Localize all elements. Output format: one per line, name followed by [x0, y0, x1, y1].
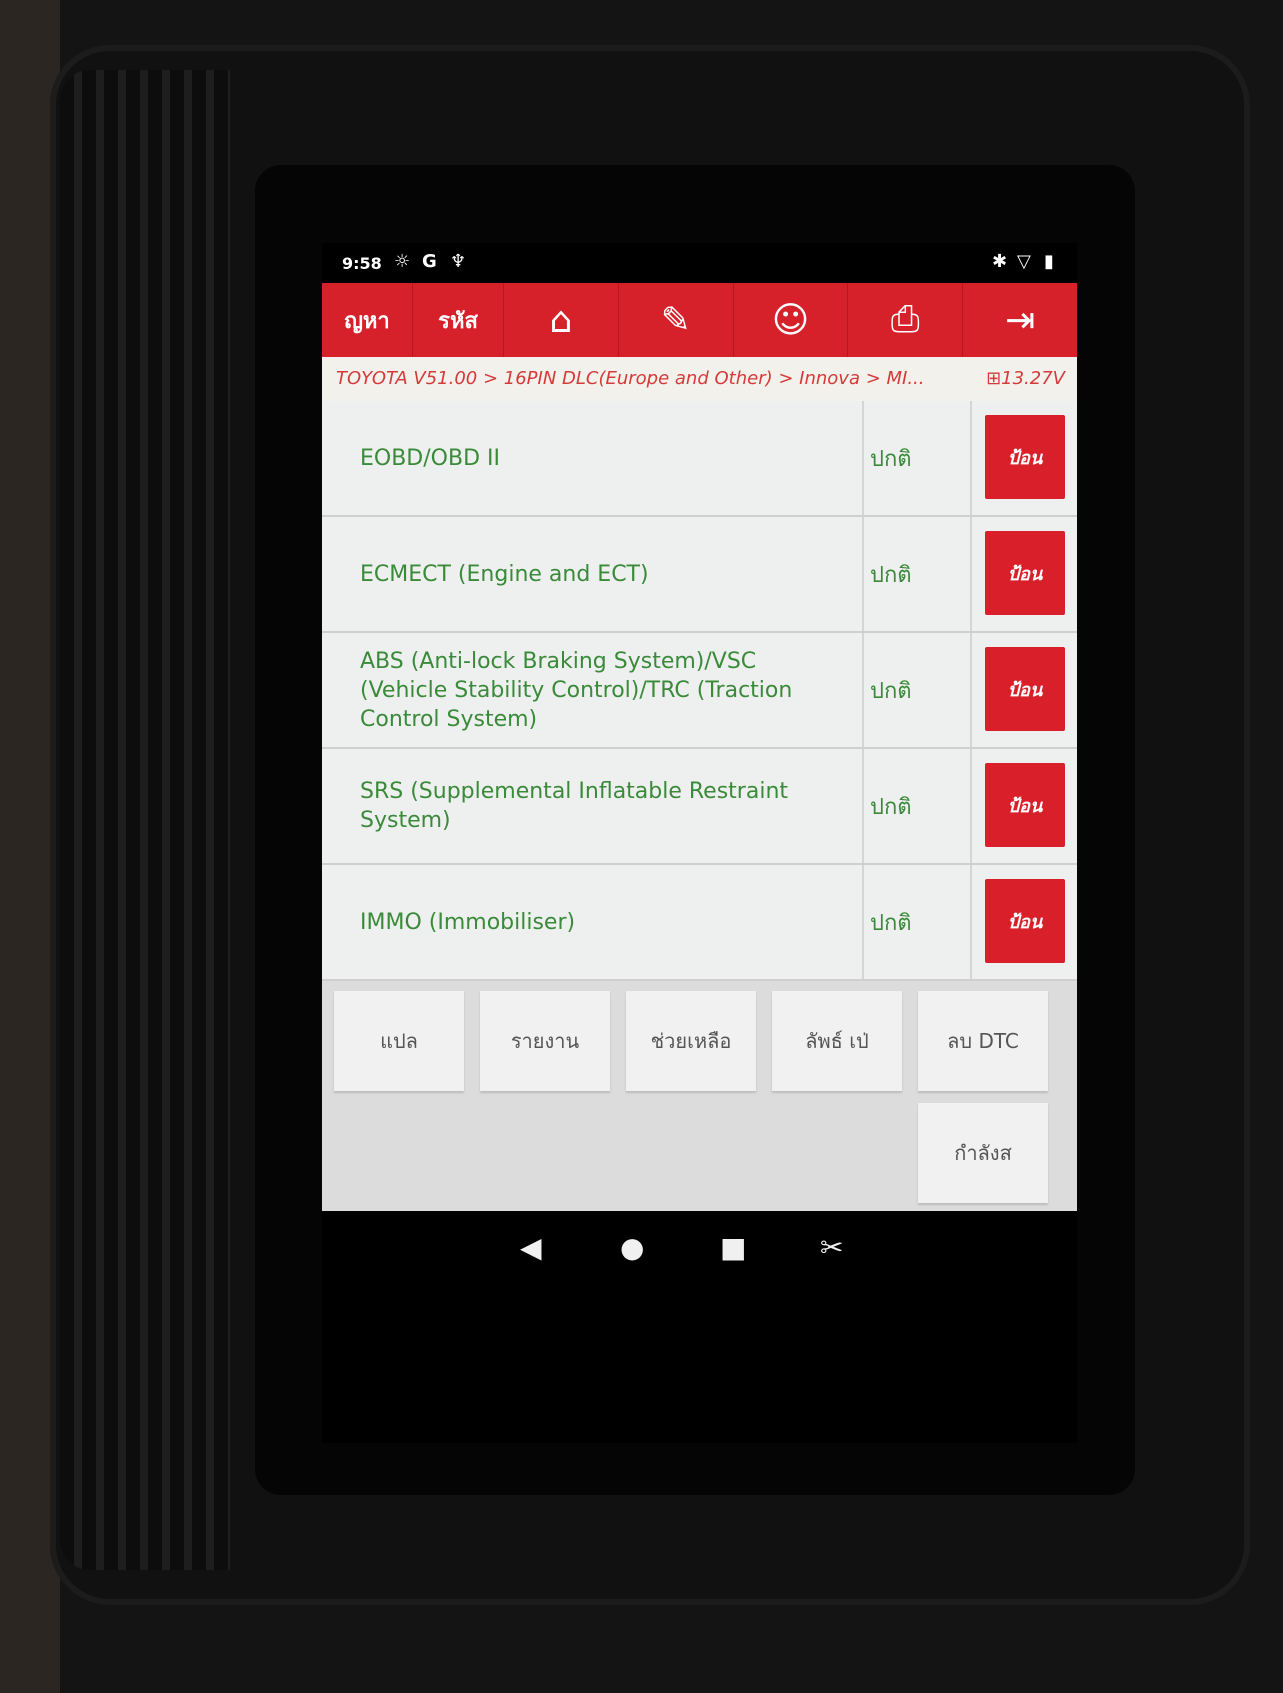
toolbar-problem-button[interactable]: ญหา [322, 283, 413, 357]
system-row: EOBD/OBD II ปกติ ป้อน [322, 401, 1077, 517]
system-name: IMMO (Immobiliser) [360, 909, 576, 935]
divider [970, 865, 972, 979]
brightness-icon: ☼ [394, 251, 411, 272]
enter-button[interactable]: ป้อน [985, 647, 1065, 731]
exit-icon[interactable]: ⇥ [963, 283, 1077, 357]
system-name: ECMECT (Engine and ECT) [360, 561, 649, 587]
android-nav-bar: ◀ ● ■ ✂ [322, 1211, 1077, 1291]
system-status: ปกติ [870, 562, 912, 588]
system-status: ปกติ [870, 910, 912, 936]
function-bar: แปล รายงาน ช่วยเหลือ ลัพธ์ เป่ ลบ DTC กำ… [322, 981, 1077, 1211]
breadcrumb-bar: TOYOTA V51.00 > 16PIN DLC(Europe and Oth… [322, 357, 1077, 402]
divider [970, 517, 972, 631]
main-toolbar: ญหา รหัส ⌂ ✎ ☺ ⎙ ⇥ [322, 283, 1077, 357]
status-bar: 9:58 ☼ G ♆ ✱ ▽ ▮ [322, 243, 1077, 283]
system-row: ABS (Anti-lock Braking System)/VSC (Vehi… [322, 633, 1077, 749]
recent-apps-icon[interactable]: ■ [720, 1231, 746, 1264]
breadcrumb: TOYOTA V51.00 > 16PIN DLC(Europe and Oth… [336, 368, 925, 389]
system-status: ปกติ [870, 678, 912, 704]
compare-button[interactable]: ลัพธ์ เป่ [772, 991, 902, 1091]
divider [862, 865, 864, 979]
system-row: IMMO (Immobiliser) ปกติ ป้อน [322, 865, 1077, 981]
system-name: ABS (Anti-lock Braking System)/VSC (Vehi… [360, 648, 793, 732]
translate-button[interactable]: แปล [334, 991, 464, 1091]
system-status: ปกติ [870, 794, 912, 820]
report-button[interactable]: รายงาน [480, 991, 610, 1091]
battery-icon: ▮ [1044, 251, 1054, 272]
battery-voltage: ⊞13.27V [986, 368, 1065, 389]
divider [970, 633, 972, 747]
system-row: SRS (Supplemental Inflatable Restraint S… [322, 749, 1077, 865]
voltage-value: 13.27V [1001, 368, 1065, 389]
tablet-grip [60, 70, 230, 1570]
system-name: SRS (Supplemental Inflatable Restraint S… [360, 779, 789, 833]
enter-button[interactable]: ป้อน [985, 763, 1065, 847]
system-name: EOBD/OBD II [360, 445, 500, 471]
system-status: ปกติ [870, 446, 912, 472]
system-list: EOBD/OBD II ปกติ ป้อน ECMECT (Engine and… [322, 401, 1077, 981]
divider [970, 749, 972, 863]
home-icon[interactable]: ⌂ [504, 283, 619, 357]
print-icon[interactable]: ⎙ [848, 283, 964, 357]
help-button[interactable]: ช่วยเหลือ [626, 991, 756, 1091]
divider [862, 517, 864, 631]
status-time: 9:58 [342, 254, 382, 273]
stethoscope-icon: ♆ [450, 251, 467, 272]
clear-dtc-button[interactable]: ลบ DTC [918, 991, 1048, 1091]
screenshot-icon[interactable]: ✂ [820, 1231, 843, 1264]
back-icon[interactable]: ◀ [520, 1231, 542, 1264]
power-button[interactable]: กำลังส [918, 1103, 1048, 1203]
divider [862, 749, 864, 863]
screen: 9:58 ☼ G ♆ ✱ ▽ ▮ ญหา รหัส ⌂ ✎ ☺ ⎙ ⇥ TOYO… [322, 243, 1077, 1443]
enter-button[interactable]: ป้อน [985, 415, 1065, 499]
toolbar-code-button[interactable]: รหัส [413, 283, 504, 357]
divider [862, 633, 864, 747]
enter-button[interactable]: ป้อน [985, 879, 1065, 963]
enter-button[interactable]: ป้อน [985, 531, 1065, 615]
divider [862, 401, 864, 515]
edit-icon[interactable]: ✎ [619, 283, 734, 357]
system-row: ECMECT (Engine and ECT) ปกติ ป้อน [322, 517, 1077, 633]
divider [970, 401, 972, 515]
wifi-icon: ▽ [1017, 251, 1031, 272]
google-icon: G [422, 251, 437, 272]
home-nav-icon[interactable]: ● [620, 1231, 644, 1264]
support-icon[interactable]: ☺ [734, 283, 849, 357]
bluetooth-icon: ✱ [992, 251, 1008, 272]
